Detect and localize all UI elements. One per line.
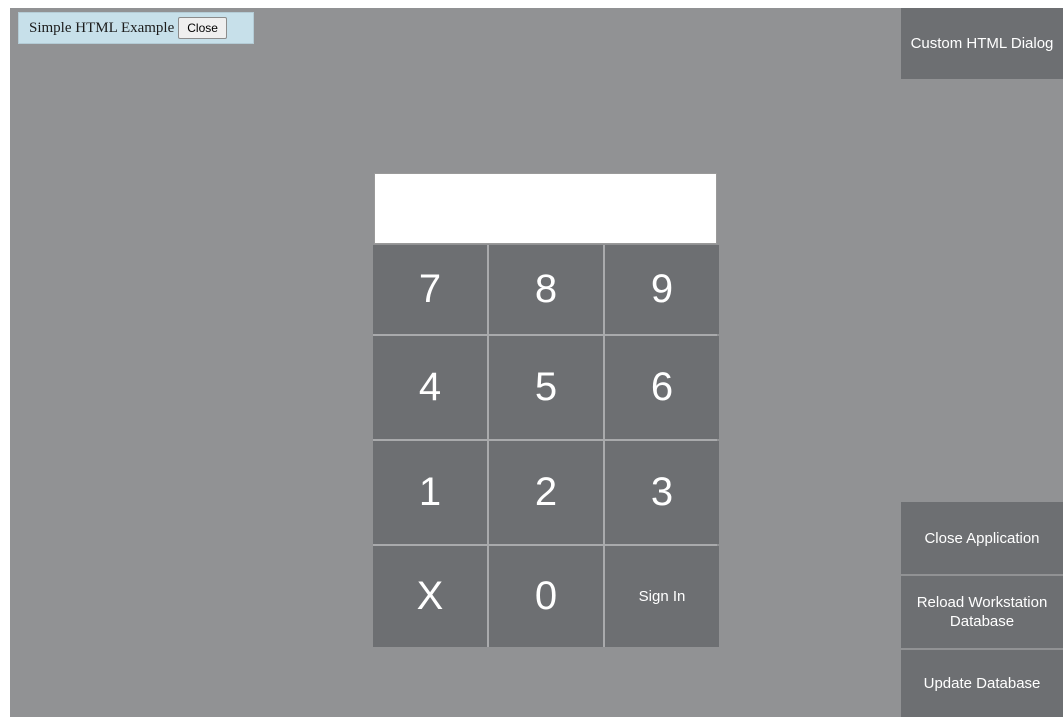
- pin-input-display[interactable]: [374, 173, 717, 244]
- close-application-button[interactable]: Close Application: [901, 502, 1063, 574]
- key-clear-x[interactable]: X: [373, 546, 487, 647]
- sign-in-button[interactable]: Sign In: [605, 546, 719, 647]
- simple-dialog-close-button[interactable]: Close: [178, 17, 227, 39]
- custom-html-dialog-button[interactable]: Custom HTML Dialog: [901, 8, 1063, 79]
- key-7[interactable]: 7: [373, 245, 487, 334]
- simple-html-example-dialog: Simple HTML Example Close: [18, 12, 254, 44]
- key-5[interactable]: 5: [489, 336, 603, 439]
- key-2[interactable]: 2: [489, 441, 603, 544]
- key-1[interactable]: 1: [373, 441, 487, 544]
- update-database-button[interactable]: Update Database: [901, 650, 1063, 717]
- key-9[interactable]: 9: [605, 245, 719, 334]
- key-4[interactable]: 4: [373, 336, 487, 439]
- key-0[interactable]: 0: [489, 546, 603, 647]
- numeric-keypad: 7 8 9 4 5 6 1 2 3 X 0 Sign In: [373, 245, 719, 647]
- key-3[interactable]: 3: [605, 441, 719, 544]
- app-window: Simple HTML Example Close Custom HTML Di…: [10, 8, 1063, 717]
- key-6[interactable]: 6: [605, 336, 719, 439]
- reload-workstation-database-button[interactable]: Reload Workstation Database: [901, 576, 1063, 648]
- simple-html-example-label: Simple HTML Example: [29, 19, 175, 36]
- key-8[interactable]: 8: [489, 245, 603, 334]
